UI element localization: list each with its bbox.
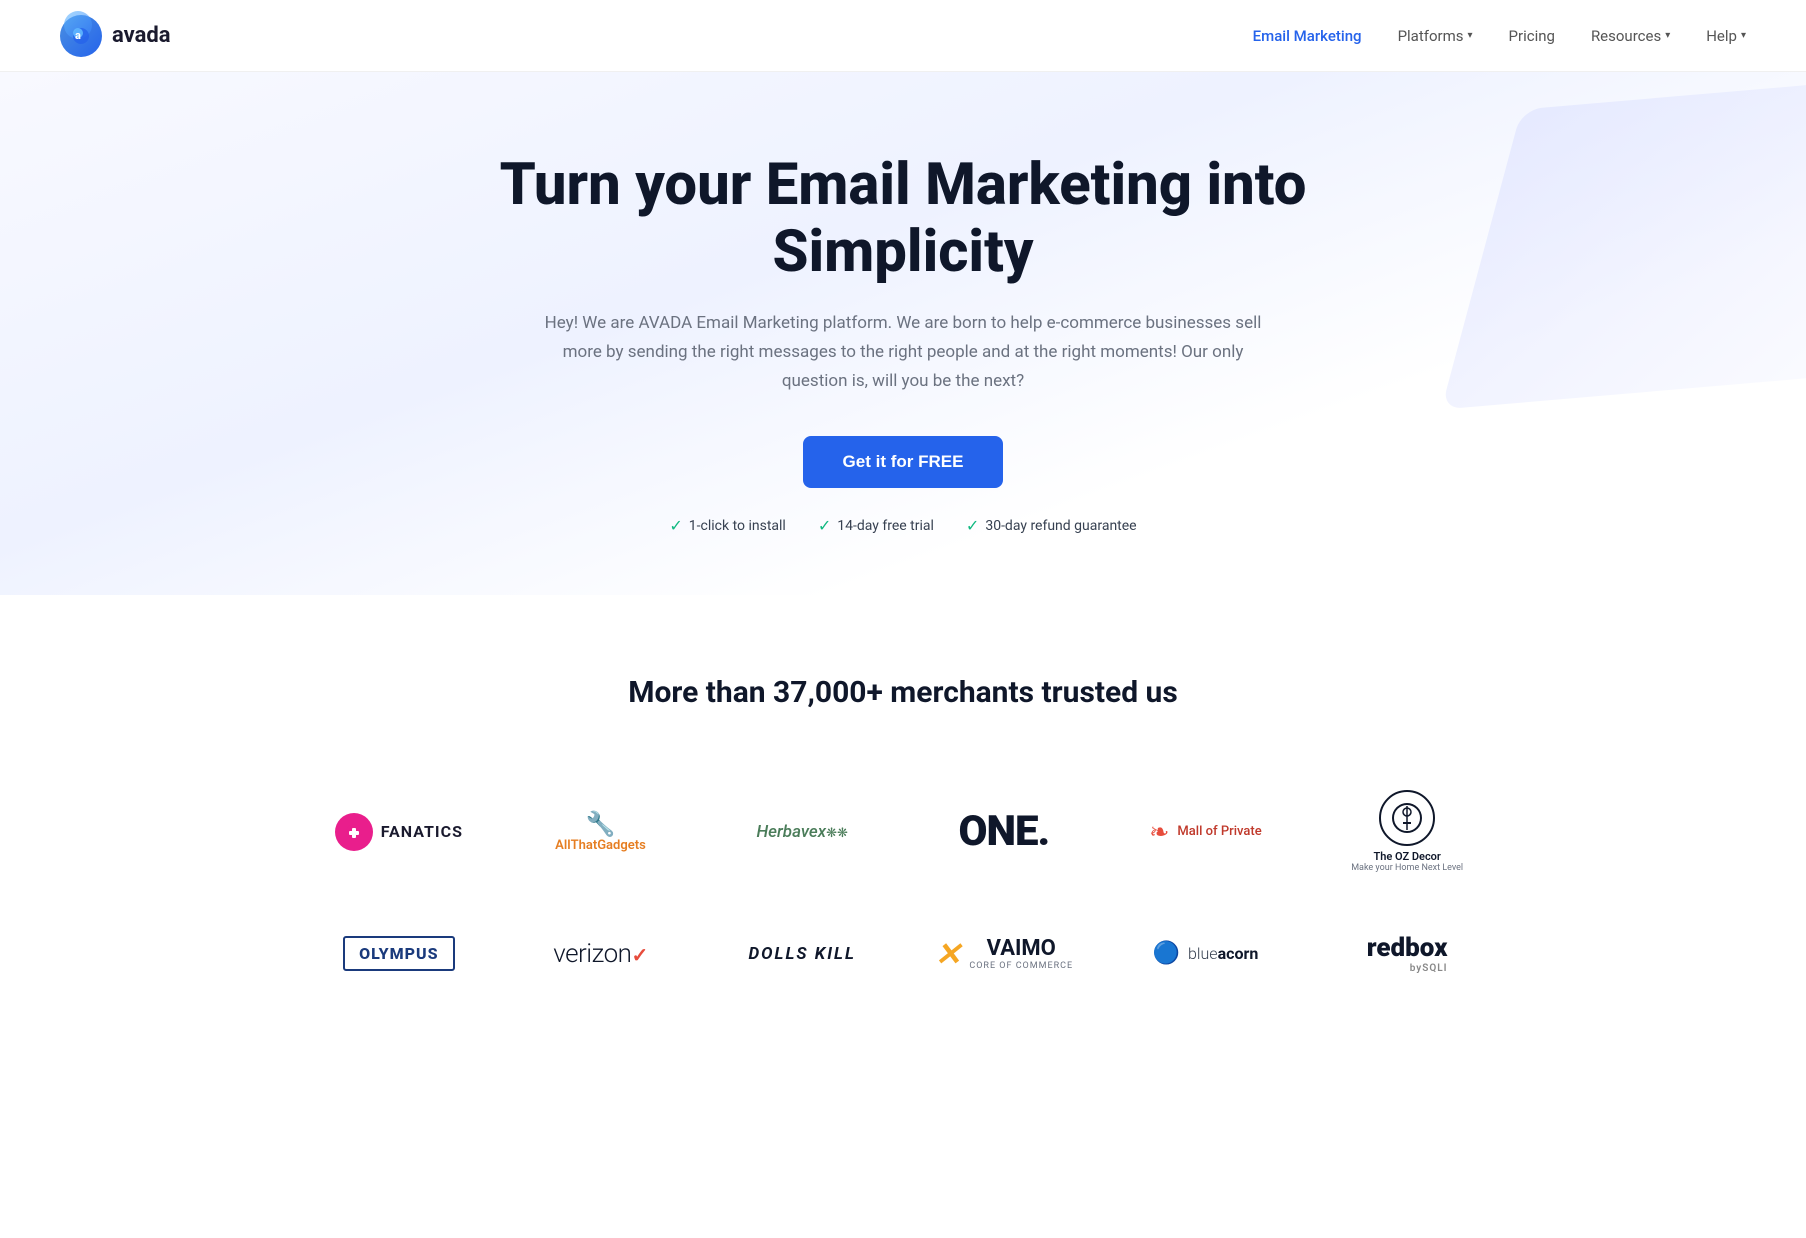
nav-help[interactable]: Help ▾ — [1706, 27, 1746, 45]
check-icon: ✓ — [966, 516, 979, 535]
fanatics-label: FANATICS — [381, 822, 463, 841]
hero-features: ✓ 1-click to install ✓ 14-day free trial… — [60, 516, 1746, 535]
redbox-sublabel: bySQLI — [1367, 963, 1448, 974]
nav-links: Email Marketing Platforms ▾ Pricing Reso… — [1253, 27, 1746, 45]
chevron-down-icon: ▾ — [1468, 30, 1473, 41]
feature-refund: ✓ 30-day refund guarantee — [966, 516, 1137, 535]
blueacorn-icon: 🔵 — [1153, 941, 1180, 966]
logos-grid: FANATICS 🔧 AllThatGadgets Herbavex❋❋ ONE… — [303, 770, 1503, 994]
merchants-section: More than 37,000+ merchants trusted us F… — [0, 595, 1806, 1054]
logo-dollskill: DOLLS KILL — [706, 924, 898, 984]
nav-platforms[interactable]: Platforms ▾ — [1398, 27, 1473, 45]
ozdecor-circle-icon — [1379, 790, 1435, 846]
svg-text:a: a — [75, 29, 81, 42]
redbox-label: redbox — [1367, 933, 1448, 963]
dollskill-label: DOLLS KILL — [748, 944, 855, 964]
ozdecor-sublabel: Make your Home Next Level — [1351, 863, 1463, 873]
logo-ozdecor: The OZ Decor Make your Home Next Level — [1311, 770, 1503, 893]
herbavex-label: Herbavex❋❋ — [756, 822, 847, 842]
hero-section: Turn your Email Marketing into Simplicit… — [0, 72, 1806, 595]
logo-olympus: OLYMPUS — [303, 916, 495, 991]
check-icon: ✓ — [818, 516, 831, 535]
vaimo-label: VAIMO — [969, 936, 1073, 961]
navigation: a avada Email Marketing Platforms ▾ Pric… — [0, 0, 1806, 72]
nav-resources[interactable]: Resources ▾ — [1591, 27, 1670, 45]
check-icon: ✓ — [669, 516, 682, 535]
logo-blueacorn: 🔵 blueacorn — [1110, 921, 1302, 986]
ozdecor-label: The OZ Decor — [1351, 850, 1463, 863]
logo-icon: a — [60, 15, 102, 57]
one-label: ONE. — [958, 807, 1049, 856]
vaimo-sublabel: CORE OF COMMERCE — [969, 961, 1073, 971]
vaimo-x-icon: ✕ — [935, 935, 962, 973]
hero-title: Turn your Email Marketing into Simplicit… — [453, 152, 1353, 285]
fanatics-heart-icon — [335, 813, 373, 851]
chevron-down-icon: ▾ — [1741, 30, 1746, 41]
logo-verizon: verizon✓ — [505, 919, 697, 989]
logo-fanatics: FANATICS — [303, 793, 495, 871]
allgadgets-label: AllThatGadgets — [555, 838, 646, 853]
verizon-label: verizon✓ — [553, 939, 647, 969]
hero-subtitle: Hey! We are AVADA Email Marketing platfo… — [543, 309, 1263, 396]
merchants-title: More than 37,000+ merchants trusted us — [60, 675, 1746, 710]
logo-text: avada — [112, 23, 171, 48]
cta-button[interactable]: Get it for FREE — [803, 436, 1004, 488]
logo-allgadgets: 🔧 AllThatGadgets — [505, 790, 697, 873]
blueacorn-label: blueacorn — [1188, 944, 1258, 963]
mall-label: Mall of Private — [1177, 824, 1261, 839]
feature-trial: ✓ 14-day free trial — [818, 516, 934, 535]
mall-icon: ❧ — [1149, 818, 1169, 846]
chevron-down-icon: ▾ — [1665, 30, 1670, 41]
olympus-label: OLYMPUS — [343, 936, 454, 971]
nav-email-marketing[interactable]: Email Marketing — [1253, 27, 1362, 45]
logo-one: ONE. — [908, 787, 1100, 876]
logo-vaimo: ✕ VAIMO CORE OF COMMERCE — [908, 915, 1100, 993]
allgadgets-icon: 🔧 — [555, 810, 646, 838]
logo-redbox: redbox bySQLI — [1311, 913, 1503, 994]
feature-1click: ✓ 1-click to install — [669, 516, 785, 535]
logo[interactable]: a avada — [60, 15, 171, 57]
logo-herbavex: Herbavex❋❋ — [706, 802, 898, 862]
logo-mallofprivate: ❧ Mall of Private — [1110, 798, 1302, 866]
nav-pricing[interactable]: Pricing — [1509, 27, 1555, 45]
